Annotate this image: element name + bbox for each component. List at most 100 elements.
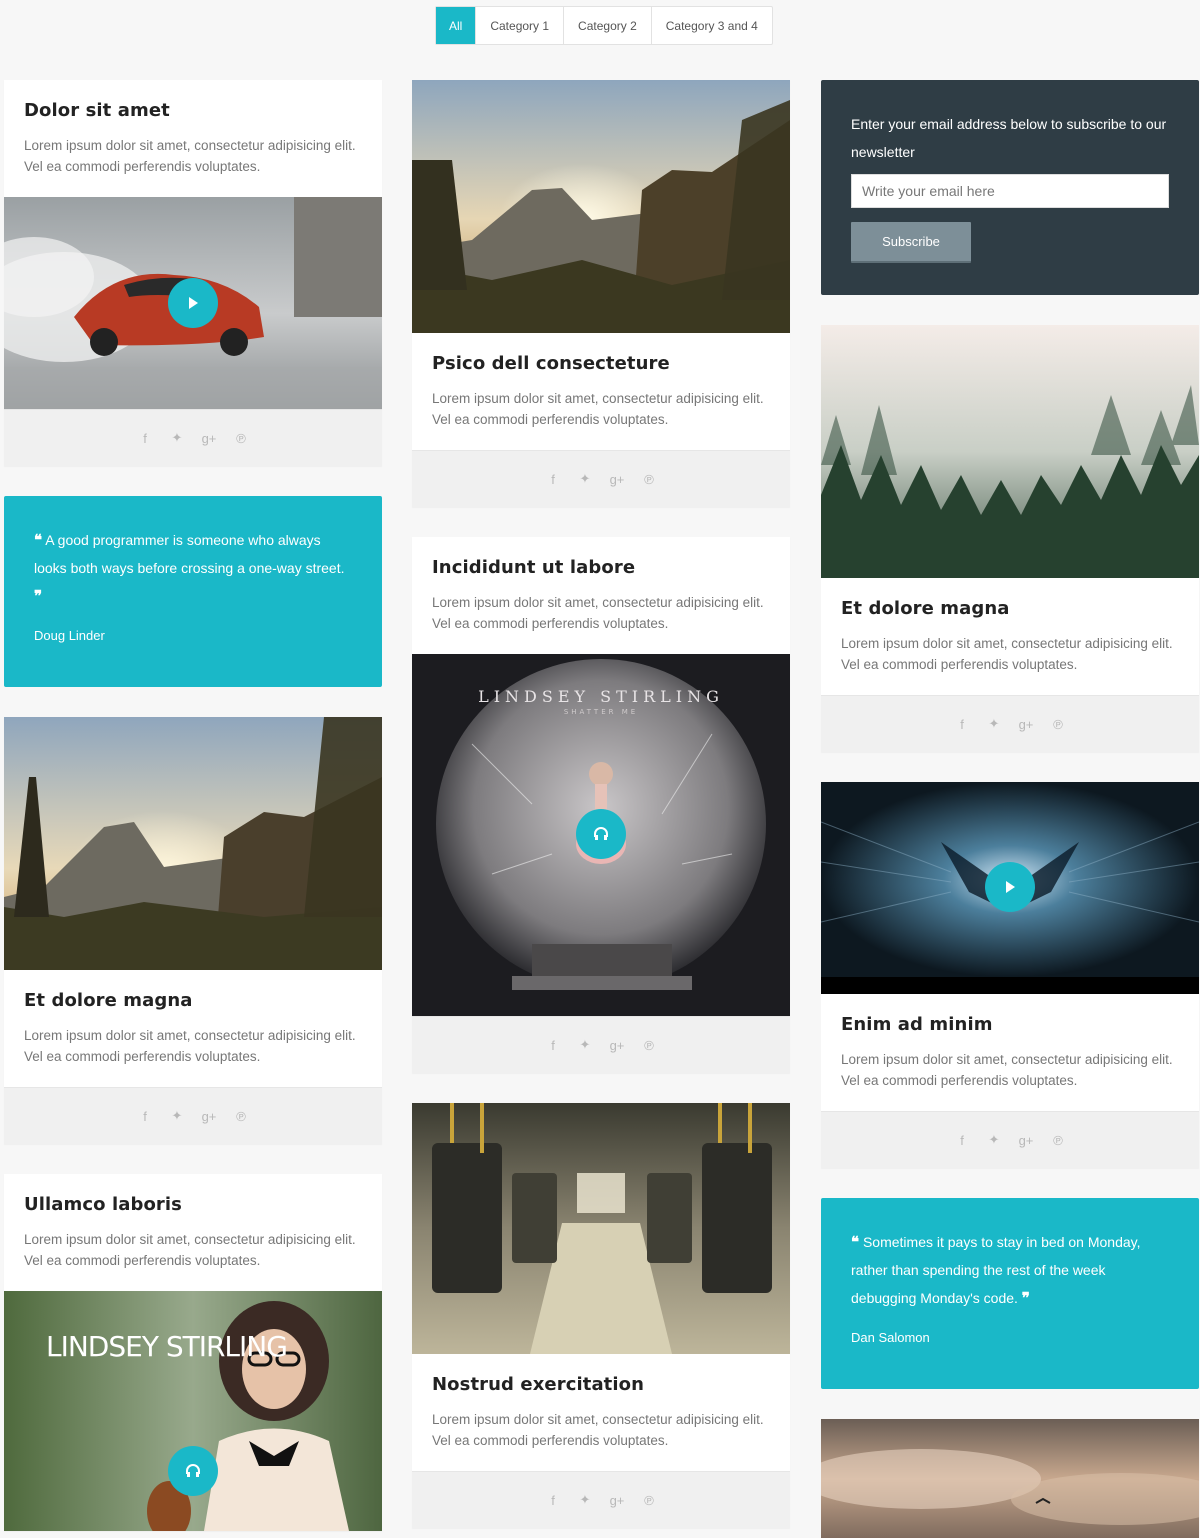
quote-text: ❝ A good programmer is someone who alway… xyxy=(34,526,352,610)
google-plus-icon[interactable]: g+ xyxy=(609,472,625,487)
post-image[interactable] xyxy=(4,717,382,970)
pinterest-icon[interactable]: ℗ xyxy=(641,1038,657,1053)
twitter-icon[interactable]: ✦ xyxy=(986,716,1002,732)
facebook-icon[interactable]: f xyxy=(545,472,561,487)
facebook-icon[interactable]: f xyxy=(545,1493,561,1508)
subscribe-button[interactable]: Subscribe xyxy=(851,222,971,263)
google-plus-icon[interactable]: g+ xyxy=(609,1493,625,1508)
post-excerpt: Lorem ipsum dolor sit amet, consectetur … xyxy=(24,1232,356,1268)
post-card-et-dolore-1: Et dolore magna Lorem ipsum dolor sit am… xyxy=(4,717,382,1144)
post-card-dolor: Dolor sit amet Lorem ipsum dolor sit ame… xyxy=(4,80,382,466)
album-artist-text: LINDSEY STIRLING xyxy=(478,687,724,706)
pinterest-icon[interactable]: ℗ xyxy=(1050,717,1066,732)
facebook-icon[interactable]: f xyxy=(137,1109,153,1124)
post-image[interactable] xyxy=(821,1419,1199,1538)
grid-column-1: Dolor sit amet Lorem ipsum dolor sit ame… xyxy=(4,80,382,1538)
google-plus-icon[interactable]: g+ xyxy=(609,1038,625,1053)
filter-category-3-and-4[interactable]: Category 3 and 4 xyxy=(652,7,772,44)
twitter-icon[interactable]: ✦ xyxy=(986,1132,1002,1148)
close-quote-icon: ❞ xyxy=(1021,1289,1030,1307)
post-title[interactable]: Psico dell consecteture xyxy=(432,353,770,374)
play-button[interactable] xyxy=(168,278,218,328)
post-excerpt: Lorem ipsum dolor sit amet, consectetur … xyxy=(432,1412,764,1448)
twitter-icon[interactable]: ✦ xyxy=(577,1037,593,1053)
quote-author: Doug Linder xyxy=(34,628,105,643)
pinterest-icon[interactable]: ℗ xyxy=(641,1493,657,1508)
post-video-thumbnail[interactable] xyxy=(821,782,1199,994)
pinterest-icon[interactable]: ℗ xyxy=(233,1109,249,1124)
post-audio-thumbnail[interactable]: LINDSEY STIRLING xyxy=(4,1291,382,1531)
play-button[interactable] xyxy=(985,862,1035,912)
post-card-enim: Enim ad minim Lorem ipsum dolor sit amet… xyxy=(821,782,1199,1168)
post-excerpt: Lorem ipsum dolor sit amet, consectetur … xyxy=(24,138,356,174)
post-image[interactable] xyxy=(412,80,790,333)
post-excerpt: Lorem ipsum dolor sit amet, consectetur … xyxy=(432,595,764,631)
headphones-icon xyxy=(186,1464,200,1477)
pinterest-icon[interactable]: ℗ xyxy=(1050,1133,1066,1148)
post-title[interactable]: Et dolore magna xyxy=(24,990,362,1011)
audio-play-button[interactable] xyxy=(168,1446,218,1496)
post-title[interactable]: Incididunt ut labore xyxy=(432,557,770,578)
pinterest-icon[interactable]: ℗ xyxy=(641,472,657,487)
headphones-icon xyxy=(594,827,608,840)
twitter-icon[interactable]: ✦ xyxy=(169,430,185,446)
facebook-icon[interactable]: f xyxy=(137,431,153,446)
post-excerpt: Lorem ipsum dolor sit amet, consectetur … xyxy=(841,1052,1173,1088)
facebook-icon[interactable]: f xyxy=(954,717,970,732)
post-card-et-dolore-2: Et dolore magna Lorem ipsum dolor sit am… xyxy=(821,325,1199,752)
social-share-bar: f ✦ g+ ℗ xyxy=(821,1111,1199,1168)
newsletter-description: Enter your email address below to subscr… xyxy=(851,116,1167,160)
google-plus-icon[interactable]: g+ xyxy=(201,431,217,446)
social-share-bar: f ✦ g+ ℗ xyxy=(821,695,1199,752)
filter-category-1[interactable]: Category 1 xyxy=(476,7,565,44)
post-excerpt: Lorem ipsum dolor sit amet, consectetur … xyxy=(841,636,1173,672)
filter-category-2[interactable]: Category 2 xyxy=(564,7,652,44)
newsletter-widget: Enter your email address below to subscr… xyxy=(821,80,1199,295)
post-title[interactable]: Et dolore magna xyxy=(841,598,1179,619)
bus-interior-image xyxy=(412,1103,790,1354)
google-plus-icon[interactable]: g+ xyxy=(1018,717,1034,732)
audio-play-button[interactable] xyxy=(576,809,626,859)
post-title[interactable]: Enim ad minim xyxy=(841,1014,1179,1035)
social-share-bar: f ✦ g+ ℗ xyxy=(412,450,790,507)
mountain-sunset-image xyxy=(4,717,382,970)
misty-forest-image xyxy=(821,325,1199,578)
poster-artist-text: LINDSEY STIRLING xyxy=(46,1330,287,1363)
quote-body: Sometimes it pays to stay in bed on Mond… xyxy=(851,1234,1141,1306)
quote-author: Dan Salomon xyxy=(851,1330,930,1345)
post-card-incididunt: Incididunt ut labore Lorem ipsum dolor s… xyxy=(412,537,790,1073)
post-excerpt: Lorem ipsum dolor sit amet, consectetur … xyxy=(432,391,764,427)
category-filter-bar: All Category 1 Category 2 Category 3 and… xyxy=(435,6,773,45)
grid-column-2: Psico dell consecteture Lorem ipsum dolo… xyxy=(412,80,790,1538)
mountain-sunset-image xyxy=(412,80,790,333)
post-video-thumbnail[interactable] xyxy=(4,197,382,409)
social-share-bar: f ✦ g+ ℗ xyxy=(4,409,382,466)
google-plus-icon[interactable]: g+ xyxy=(201,1109,217,1124)
post-card-nostrud: Nostrud exercitation Lorem ipsum dolor s… xyxy=(412,1103,790,1528)
post-card-psico: Psico dell consecteture Lorem ipsum dolo… xyxy=(412,80,790,507)
post-title[interactable]: Nostrud exercitation xyxy=(432,1374,770,1395)
post-title[interactable]: Ullamco laboris xyxy=(24,1194,362,1215)
post-audio-thumbnail[interactable]: LINDSEY STIRLING SHATTER ME xyxy=(412,654,790,1016)
play-icon xyxy=(1006,881,1015,893)
open-quote-icon: ❝ xyxy=(851,1233,860,1251)
pinterest-icon[interactable]: ℗ xyxy=(233,431,249,446)
facebook-icon[interactable]: f xyxy=(545,1038,561,1053)
twitter-icon[interactable]: ✦ xyxy=(169,1108,185,1124)
twitter-icon[interactable]: ✦ xyxy=(577,471,593,487)
quote-body: A good programmer is someone who always … xyxy=(34,532,345,576)
open-quote-icon: ❝ xyxy=(34,531,43,549)
close-quote-icon: ❞ xyxy=(34,587,43,605)
grid-column-3: Enter your email address below to subscr… xyxy=(821,80,1199,1538)
google-plus-icon[interactable]: g+ xyxy=(1018,1133,1034,1148)
play-icon xyxy=(189,297,198,309)
post-image[interactable] xyxy=(821,325,1199,578)
newsletter-email-input[interactable] xyxy=(851,174,1169,208)
twitter-icon[interactable]: ✦ xyxy=(577,1492,593,1508)
filter-all[interactable]: All xyxy=(436,7,477,44)
facebook-icon[interactable]: f xyxy=(954,1133,970,1148)
quote-text: ❝ Sometimes it pays to stay in bed on Mo… xyxy=(851,1228,1169,1312)
post-title[interactable]: Dolor sit amet xyxy=(24,100,362,121)
post-image[interactable] xyxy=(412,1103,790,1354)
album-subtitle-text: SHATTER ME xyxy=(564,708,638,716)
